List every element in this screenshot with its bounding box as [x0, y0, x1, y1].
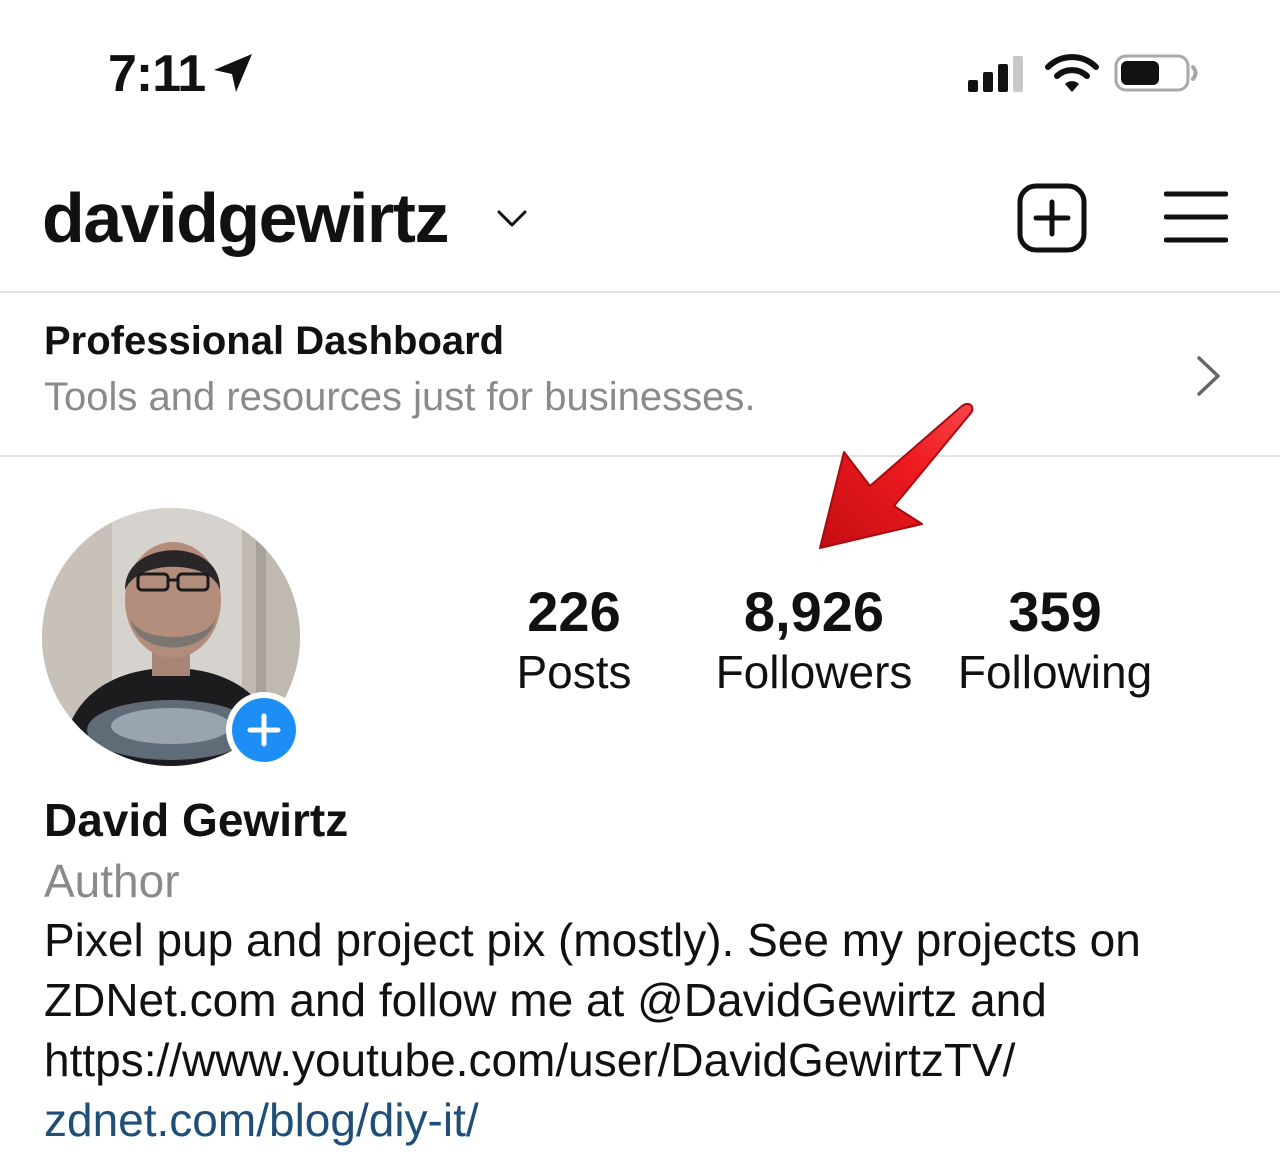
dashboard-title: Professional Dashboard	[44, 319, 505, 363]
plus-circle-icon	[232, 698, 296, 762]
chevron-right-icon[interactable]	[1194, 354, 1224, 398]
followers-count: 8,926	[743, 580, 885, 643]
header-divider	[0, 291, 1280, 293]
followers-label: Followers	[715, 646, 913, 698]
posts-stat[interactable]: 226 Posts	[494, 580, 654, 700]
bio-website-link[interactable]: zdnet.com/blog/diy-it/	[44, 1092, 479, 1148]
add-story-button[interactable]	[226, 692, 302, 768]
red-arrow-icon	[819, 402, 974, 549]
dashboard-subtitle: Tools and resources just for businesses.	[44, 375, 756, 419]
following-stat[interactable]: 359 Following	[944, 580, 1166, 700]
wifi-icon	[1045, 54, 1099, 92]
profile-username[interactable]: davidgewirtz	[42, 178, 449, 258]
bio-line-1: Pixel pup and project pix (mostly). See …	[44, 914, 1141, 966]
cellular-signal-icon	[968, 56, 1023, 92]
followers-stat[interactable]: 8,926 Followers	[704, 580, 924, 700]
chevron-down-icon[interactable]	[496, 208, 528, 230]
bio-line-2: ZDNet.com and follow me at @DavidGewirtz…	[44, 974, 1047, 1026]
profile-category: Author	[44, 855, 180, 907]
status-time: 7:11	[108, 45, 206, 103]
following-label: Following	[957, 646, 1153, 698]
posts-label: Posts	[516, 646, 632, 698]
hamburger-menu-icon[interactable]	[1164, 190, 1228, 244]
bio-line-3: https://www.youtube.com/user/DavidGewirt…	[44, 1034, 1016, 1086]
instagram-profile-screen: 7:11 davidgewirtz Professional Dashboard…	[0, 0, 1280, 1165]
profile-full-name: David Gewirtz	[44, 794, 349, 846]
new-post-button[interactable]	[1016, 182, 1088, 254]
battery-icon	[1114, 54, 1198, 92]
posts-count: 226	[527, 580, 621, 643]
following-count: 359	[1008, 580, 1102, 643]
location-arrow-icon	[214, 54, 252, 92]
dashboard-divider	[0, 455, 1280, 457]
